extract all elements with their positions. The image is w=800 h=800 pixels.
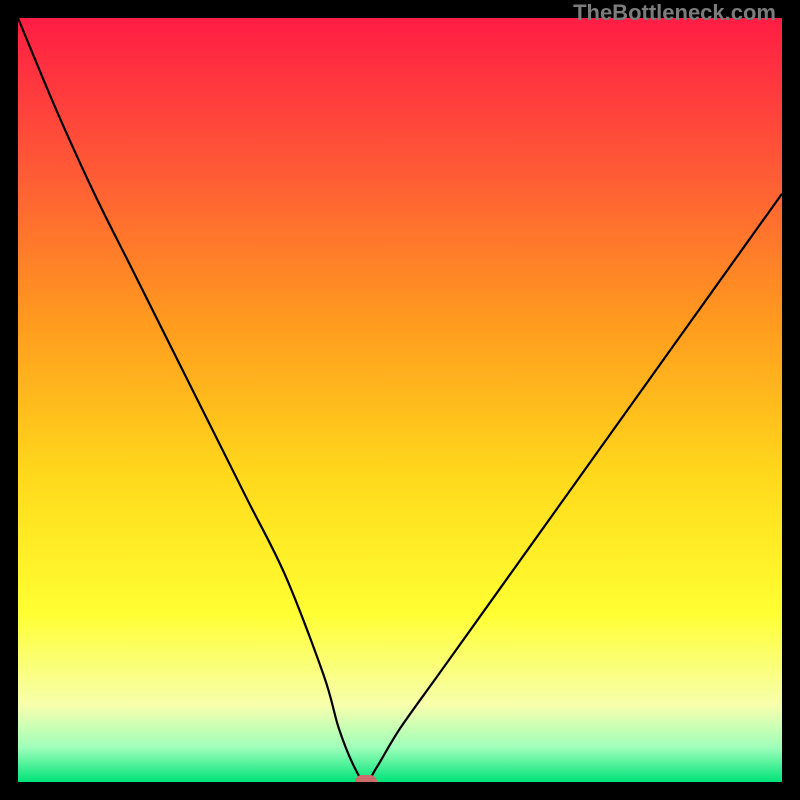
watermark-text: TheBottleneck.com <box>573 0 776 26</box>
plot-area <box>18 18 782 782</box>
bottleneck-chart <box>18 18 782 782</box>
chart-frame <box>18 18 782 782</box>
optimal-point-marker <box>355 775 377 782</box>
gradient-background <box>18 18 782 782</box>
